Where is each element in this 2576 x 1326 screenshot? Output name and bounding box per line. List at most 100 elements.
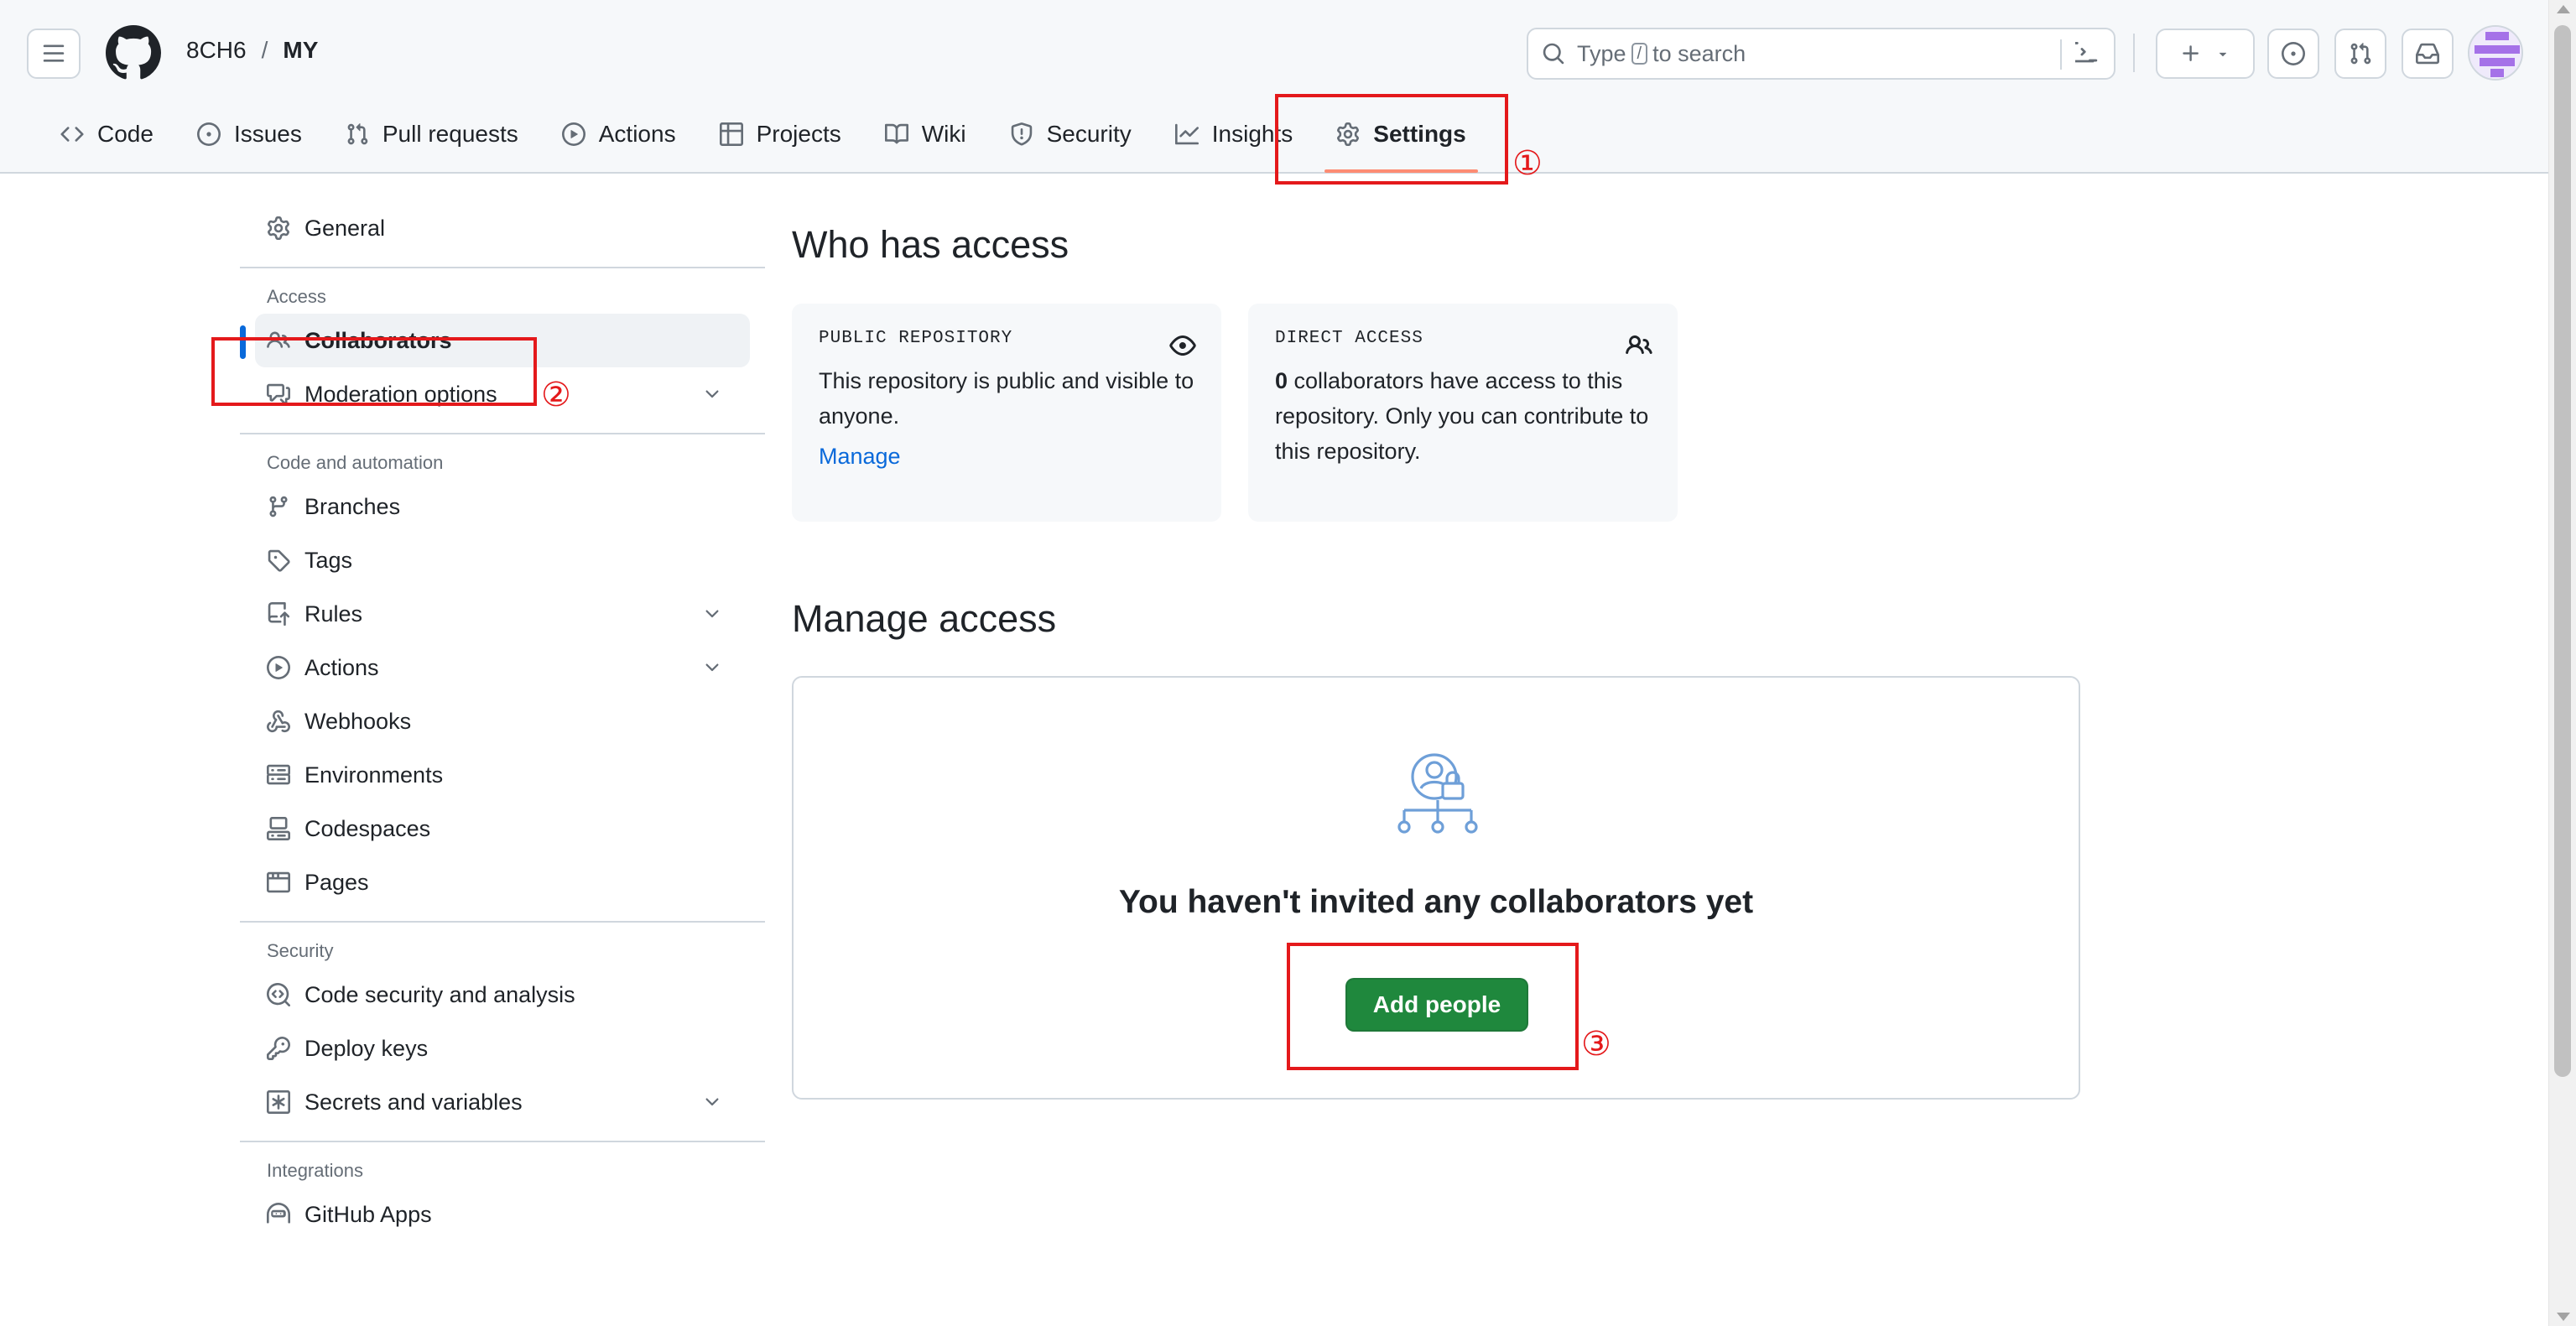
sidebar-item-label: Rules (304, 601, 363, 627)
search-shortcut-key: / (1631, 43, 1648, 65)
server-icon (267, 764, 290, 785)
create-new-button[interactable] (2156, 29, 2255, 79)
scrollbar-thumb[interactable] (2554, 25, 2571, 1077)
public-repository-card: PUBLIC REPOSITORY This repository is pub… (792, 304, 1221, 522)
tab-wiki[interactable]: Wiki (863, 114, 988, 154)
git-pull-request-icon (2350, 43, 2371, 65)
sidebar-divider (240, 921, 765, 923)
issue-opened-icon (2282, 42, 2305, 65)
gear-icon (268, 216, 289, 240)
tab-projects[interactable]: Projects (698, 114, 863, 154)
sidebar-divider (240, 1141, 765, 1142)
sidebar-item-branches[interactable]: Branches (240, 480, 765, 533)
sidebar-section-heading: Security (267, 940, 334, 961)
breadcrumb-separator: / (261, 37, 268, 63)
chevron-down-icon[interactable] (702, 1092, 722, 1112)
sidebar-item-label: Codespaces (304, 815, 431, 841)
search-placeholder-prefix: Type (1577, 40, 1626, 66)
your-issues-button[interactable] (2267, 29, 2319, 79)
tag-icon (268, 549, 290, 572)
search-placeholder-suffix: to search (1652, 40, 1746, 66)
breadcrumb-repo-link[interactable]: MY (283, 37, 318, 64)
manage-visibility-link[interactable]: Manage (819, 444, 1194, 470)
sidebar-item-label: Secrets and variables (304, 1089, 523, 1115)
sidebar-item-rules[interactable]: Rules (240, 587, 765, 641)
sidebar-item-secrets-and-variables[interactable]: Secrets and variables (240, 1075, 765, 1129)
header-divider (2133, 34, 2135, 72)
chevron-down-icon[interactable] (702, 658, 722, 678)
sidebar-item-github-apps[interactable]: GitHub Apps (240, 1188, 765, 1241)
webhook-icon (267, 710, 290, 733)
tab-pull-requests-label: Pull requests (382, 121, 518, 147)
annotation-box-collaborators (211, 337, 537, 406)
scroll-down-arrow-icon[interactable] (2557, 1313, 2570, 1321)
tab-actions-label: Actions (598, 121, 676, 147)
collaborator-count: 0 (1275, 368, 1288, 393)
tab-projects-label: Projects (756, 121, 841, 147)
sidebar-item-actions[interactable]: Actions (240, 641, 765, 694)
hubot-icon (267, 1203, 290, 1224)
app-header: 8CH6 / MY Type / to search Code Issues P… (0, 0, 2548, 174)
direct-access-text: 0 collaborators have access to this repo… (1275, 363, 1651, 469)
table-icon (719, 122, 743, 146)
sidebar-item-pages[interactable]: Pages (240, 855, 765, 909)
person-lock-org-icon (1397, 753, 1478, 834)
tab-actions[interactable]: Actions (540, 114, 698, 154)
inbox-icon (2416, 43, 2439, 65)
breadcrumb: 8CH6 / MY (186, 37, 318, 64)
chevron-down-icon[interactable] (702, 604, 722, 624)
annotation-number: ① (1512, 144, 1543, 183)
asterisk-square-icon (267, 1090, 290, 1114)
sidebar-item-label: Code security and analysis (304, 981, 575, 1007)
identicon-avatar-icon (2469, 27, 2521, 79)
sidebar-item-code-security[interactable]: Code security and analysis (240, 968, 765, 1022)
play-icon (267, 656, 290, 679)
search-input[interactable]: Type / to search (1527, 28, 2115, 80)
sidebar-section-heading: Access (267, 286, 326, 307)
hamburger-icon (43, 44, 65, 62)
tab-issues-label: Issues (233, 121, 302, 147)
shield-icon (1011, 122, 1032, 146)
command-palette-icon[interactable] (2075, 42, 2100, 67)
eye-icon (1169, 335, 1196, 356)
public-repository-text: This repository is public and visible to… (819, 368, 1194, 429)
user-avatar[interactable] (2468, 25, 2523, 81)
hamburger-menu-button[interactable] (27, 29, 81, 79)
tab-security[interactable]: Security (988, 114, 1153, 154)
tab-wiki-label: Wiki (921, 121, 966, 147)
annotation-box-add-people (1287, 943, 1579, 1070)
repo-push-icon (268, 602, 290, 626)
sidebar-item-codespaces[interactable]: Codespaces (240, 802, 765, 855)
manage-access-title: Manage access (792, 597, 1057, 640)
sidebar-section-heading: Integrations (267, 1160, 363, 1181)
your-pull-requests-button[interactable] (2334, 29, 2386, 79)
issue-opened-icon (196, 122, 221, 146)
sidebar-item-webhooks[interactable]: Webhooks (240, 694, 765, 748)
tab-issues[interactable]: Issues (175, 114, 324, 154)
sidebar-item-general[interactable]: General (240, 201, 765, 255)
sidebar-item-label: Tags (304, 547, 353, 573)
browser-icon (267, 871, 290, 893)
direct-access-label: DIRECT ACCESS (1275, 329, 1423, 348)
page-scrollbar[interactable] (2548, 0, 2576, 1326)
tab-pull-requests[interactable]: Pull requests (324, 114, 540, 154)
public-repository-label: PUBLIC REPOSITORY (819, 329, 1013, 348)
plus-icon (2183, 45, 2199, 61)
inbox-button[interactable] (2402, 29, 2454, 79)
sidebar-item-deploy-keys[interactable]: Deploy keys (240, 1022, 765, 1075)
sidebar-item-tags[interactable]: Tags (240, 533, 765, 587)
sidebar-item-label: Deploy keys (304, 1035, 429, 1061)
tab-code-label: Code (97, 121, 154, 147)
sidebar-item-label: Pages (304, 869, 369, 895)
chevron-down-icon[interactable] (702, 384, 722, 404)
breadcrumb-owner-link[interactable]: 8CH6 (186, 37, 247, 64)
search-divider (2060, 39, 2062, 70)
who-has-access-title: Who has access (792, 223, 1069, 266)
git-pull-request-icon (347, 123, 368, 145)
repo-navigation: Code Issues Pull requests Actions Projec… (39, 114, 1488, 173)
codespaces-icon (267, 817, 290, 840)
tab-code[interactable]: Code (39, 114, 175, 154)
scroll-up-arrow-icon[interactable] (2557, 5, 2570, 13)
sidebar-item-environments[interactable]: Environments (240, 748, 765, 802)
github-logo-icon[interactable] (106, 25, 161, 81)
